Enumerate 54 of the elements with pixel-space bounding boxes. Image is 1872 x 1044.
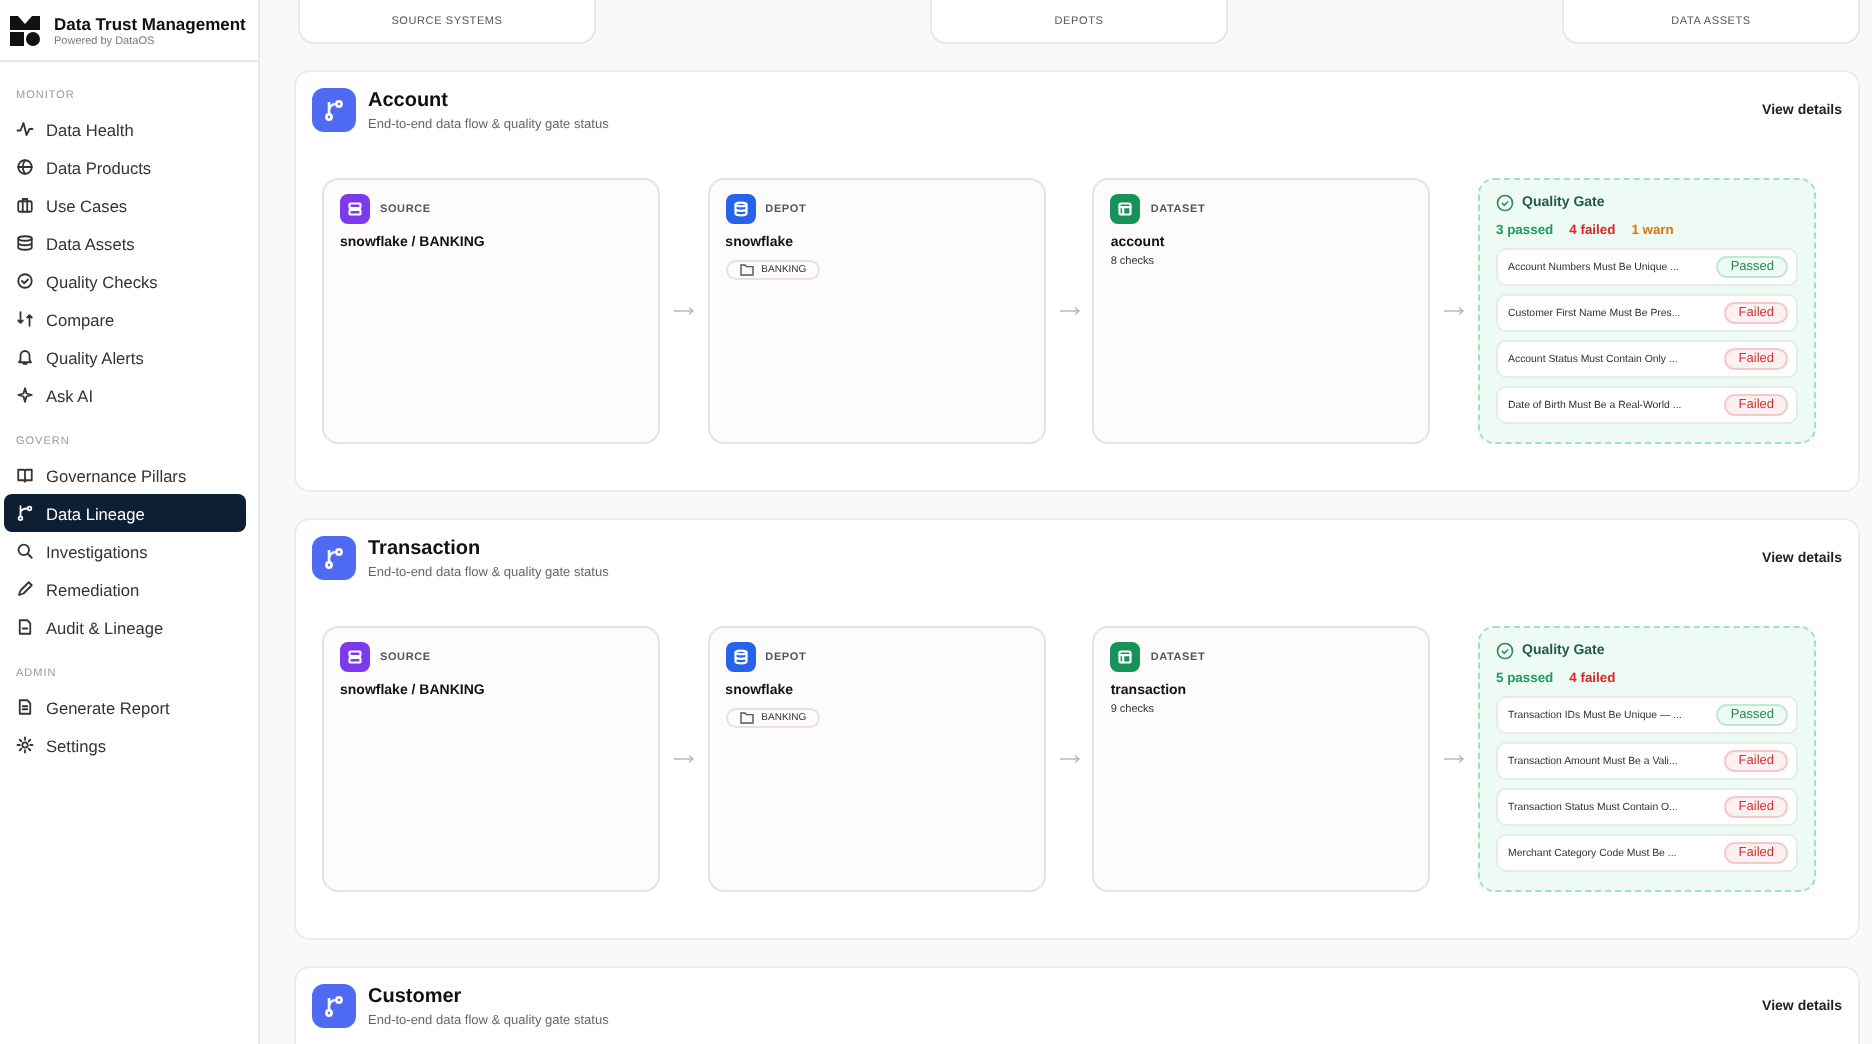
server-icon xyxy=(340,642,370,672)
table-icon xyxy=(1110,194,1141,224)
branch-icon xyxy=(312,88,356,132)
sparkle-icon xyxy=(16,386,34,404)
arrow-icon xyxy=(673,754,694,764)
nav-item[interactable]: Quality Checks xyxy=(4,262,246,300)
nav-item[interactable]: Data Assets xyxy=(4,224,246,262)
nav-item[interactable]: Quality Alerts xyxy=(4,338,246,376)
folder-icon xyxy=(739,712,754,724)
arrow-icon xyxy=(1444,754,1465,764)
globe-icon xyxy=(16,158,34,176)
check-circle-icon xyxy=(1496,194,1515,212)
report-icon xyxy=(16,698,34,716)
section-title: Account xyxy=(368,89,450,111)
nav-item[interactable]: Data Health xyxy=(4,110,246,148)
app-title: Data Trust Management xyxy=(54,13,246,33)
bell-icon xyxy=(16,348,34,366)
check-circle-icon xyxy=(1496,642,1515,660)
server-icon xyxy=(340,194,370,224)
book-icon xyxy=(16,466,34,484)
nav-item[interactable]: Compare xyxy=(4,300,246,338)
pencil-icon xyxy=(16,580,34,598)
nav-item[interactable]: Settings xyxy=(4,726,246,764)
nav-item[interactable]: Governance Pillars xyxy=(4,456,246,494)
logo-icon xyxy=(10,15,40,45)
branch-icon xyxy=(312,536,356,580)
gear-icon xyxy=(16,736,34,754)
search-icon xyxy=(16,542,34,560)
arrow-icon xyxy=(1444,306,1465,316)
database-icon xyxy=(725,642,756,672)
folder-icon xyxy=(739,264,754,276)
nav-item[interactable]: Ask AI xyxy=(4,376,246,414)
branch-icon xyxy=(16,504,34,522)
nav-item[interactable]: Remediation xyxy=(4,570,246,608)
compare-icon xyxy=(16,310,34,328)
nav-item[interactable]: Investigations xyxy=(4,532,246,570)
pulse-icon xyxy=(16,120,34,138)
section-title: Customer xyxy=(368,985,464,1007)
database-icon xyxy=(16,234,34,252)
branch-icon xyxy=(312,984,356,1028)
arrow-icon xyxy=(673,306,694,316)
database-icon xyxy=(725,194,756,224)
arrow-icon xyxy=(1059,754,1079,764)
nav-item[interactable]: Audit & Lineage xyxy=(4,608,246,646)
section-title: Transaction xyxy=(368,537,483,559)
arrow-icon xyxy=(1059,306,1079,316)
briefcase-icon xyxy=(16,196,34,214)
document-icon xyxy=(16,618,34,636)
check-circle-icon xyxy=(16,272,34,290)
nav-item[interactable]: Data Lineage xyxy=(4,494,246,532)
nav-item[interactable]: Data Products xyxy=(4,148,246,186)
table-icon xyxy=(1110,642,1141,672)
nav-item[interactable]: Use Cases xyxy=(4,186,246,224)
nav-item[interactable]: Generate Report xyxy=(4,688,246,726)
